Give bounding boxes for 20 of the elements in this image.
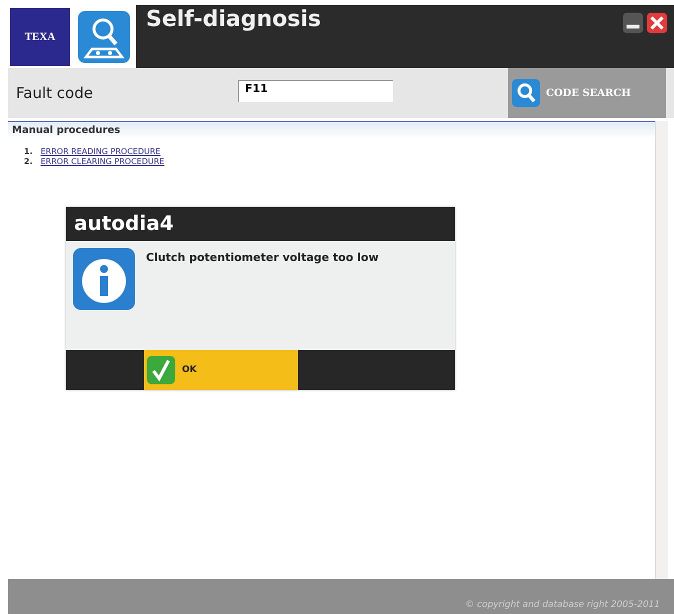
logo-badge: TEXA (10, 8, 70, 66)
search-icon (512, 79, 540, 107)
scrollbar[interactable] (655, 121, 668, 579)
procedure-link[interactable]: ERROR READING PROCEDURE (40, 147, 160, 157)
copyright-text: © copyright and database right 2005-2011 (465, 600, 660, 610)
list-number: 1. (24, 147, 33, 157)
section-header: Manual procedures (8, 122, 655, 139)
field-label: Fault code (16, 84, 94, 102)
ok-button[interactable]: OK (144, 350, 298, 390)
check-icon (146, 355, 176, 385)
dialog-title: autodia4 (66, 207, 455, 241)
procedure-link[interactable]: ERROR CLEARING PROCEDURE (40, 157, 164, 167)
close-button[interactable] (646, 12, 668, 34)
dialog-message: Clutch potentiometer voltage too low (146, 251, 379, 265)
fault-code-field[interactable]: F11 (238, 80, 393, 102)
window-title: Self-diagnosis (146, 7, 322, 34)
minimize-button[interactable] (622, 12, 644, 34)
magnifier-car-icon (76, 8, 132, 64)
list-number: 2. (24, 157, 33, 167)
info-icon (72, 247, 136, 311)
